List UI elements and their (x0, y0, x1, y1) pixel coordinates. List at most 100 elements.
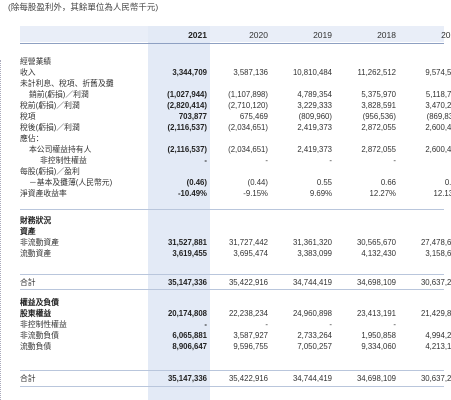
total-rule-bottom (20, 289, 444, 290)
row-label: 合計 (20, 278, 36, 287)
row-label: 資產 (20, 227, 36, 236)
cell-2017: 0.60 (444, 178, 451, 187)
cell-2021: (2,116,537) (167, 123, 207, 132)
table-row: 資產 (20, 226, 444, 237)
table-row: 股東權益 20,174,808 22,238,234 24,960,898 23,413… (20, 308, 451, 319)
grand-total-rule-bottom (20, 386, 444, 387)
table-row: 非控制性權益----- (20, 155, 444, 166)
cell-2020: 675,469 (239, 112, 268, 121)
cell-2021: (1,027,944) (167, 90, 207, 99)
cell-2021: 8,906,647 (172, 342, 207, 351)
cell-2021: -10.49% (177, 189, 207, 198)
grand-total-rule-top (20, 370, 444, 371)
cell-2018: 34,698,109 (356, 374, 396, 383)
cell-2019: 2,733,264 (297, 331, 332, 340)
cell-2018: - (393, 320, 396, 329)
cell-2020: 3,587,136 (233, 68, 268, 77)
cell-2021: 35,147,336 (167, 374, 207, 383)
cell-2018: 12.27% (369, 189, 396, 198)
cell-2017: 5,118,797 (425, 90, 451, 99)
row-label: 銷前(虧損)／利潤 (29, 90, 89, 99)
table-row: 應佔： (20, 133, 444, 144)
cell-2017: - (402, 155, 451, 166)
row-label: 股東權益 (20, 309, 52, 318)
cell-2020: 3,587,927 (233, 331, 268, 340)
table-row: 每股(虧損)／盈利 (20, 166, 444, 177)
row-label: 權益及負債 (20, 298, 59, 307)
row-label: 稅後(虧損)／利潤 (20, 123, 80, 132)
cell-2020: (1,107,898) (228, 90, 268, 99)
cell-2019: 2,419,373 (297, 145, 332, 154)
cell-2019: (809,960) (298, 112, 332, 121)
cell-2017: 27,478,651 (420, 238, 451, 247)
table-row: 收入 3,344,709 3,587,136 10,810,484 11,262,512… (20, 67, 451, 78)
table-row: －基本及攤薄(人民幣元) (0.46) (0.44) 0.55 0.66 0.60 (20, 177, 451, 188)
table-row: 合計 35,147,336 35,422,916 34,744,419 34,698,1… (20, 373, 451, 384)
cell-2018: 1,950,858 (361, 331, 396, 340)
cell-2019: 3,229,333 (297, 101, 332, 110)
table-row: 流動資產 3,619,455 3,695,474 3,383,099 4,132,430… (20, 248, 451, 259)
cell-2018: 30,565,670 (356, 238, 396, 247)
financial-summary-table: 2021 2020 2019 2018 2017 經營業績收入 3,344,709… (20, 0, 451, 400)
table-row: 非流動負債 6,065,881 3,587,927 2,733,264 1,950,85… (20, 330, 451, 341)
cell-2017: 2,600,461 (425, 145, 451, 154)
cell-2019: 34,744,419 (292, 374, 332, 383)
cell-2020: (2,034,651) (228, 123, 268, 132)
cell-2019: 3,383,099 (297, 249, 332, 258)
cell-2021: 31,527,881 (167, 238, 207, 247)
row-label: 淨資產收益率 (20, 189, 67, 198)
cell-2018: 34,698,109 (356, 278, 396, 287)
cell-2020: 35,422,916 (228, 374, 268, 383)
row-label: 非控制性權益 (40, 156, 87, 165)
cell-2017: - (402, 319, 451, 330)
row-label: 合計 (20, 374, 36, 383)
row-label: －基本及攤薄(人民幣元) (29, 178, 113, 187)
table-row: 稅前(虧損)／利潤 (2,820,414) (2,710,120) 3,229,333… (20, 100, 451, 111)
cell-2020: -9.15% (243, 189, 268, 198)
table-row: 非流動資產 31,527,881 31,727,442 31,361,320 30,56… (20, 237, 451, 248)
cell-2020: 22,238,234 (228, 309, 268, 318)
cell-2019: 24,960,898 (292, 309, 332, 318)
year-header-2017: 2017 (441, 30, 451, 40)
row-label: 稅前(虧損)／利潤 (20, 101, 80, 110)
cell-2017: 30,637,258 (420, 278, 451, 287)
table-row: 經營業績 (20, 56, 444, 67)
cell-2020: (2,034,651) (228, 145, 268, 154)
cell-2019: 10,810,484 (292, 68, 332, 77)
cell-2020: - (265, 156, 268, 165)
cell-2020: (2,710,120) (228, 101, 268, 110)
cell-2021: - (204, 320, 207, 329)
cell-2018: 2,872,055 (361, 145, 396, 154)
cell-2018: 2,872,055 (361, 123, 396, 132)
cell-2017: 3,470,294 (425, 101, 451, 110)
cell-2017: 21,429,815 (420, 309, 451, 318)
year-header-row: 2021 2020 2019 2018 2017 (20, 30, 451, 41)
table-row: 稅項 703,877 675,469 (809,960) (956,536) (869,8… (20, 111, 451, 122)
section-divider (20, 209, 444, 210)
year-header-2020: 2020 (249, 30, 268, 40)
table-row: 流動負債 8,906,647 9,596,755 7,050,257 9,334,060… (20, 341, 451, 352)
table-row: 非控制性權益----- (20, 319, 444, 330)
cell-2021: (2,116,537) (167, 145, 207, 154)
cell-2020: (0.44) (247, 178, 268, 187)
cell-2018: 11,262,512 (357, 68, 396, 77)
row-label: 財務狀況 (20, 216, 52, 225)
table-row: 權益及負債 (20, 297, 444, 308)
table-row: 稅後(虧損)／利潤 (2,116,537) (2,034,651) 2,419,373… (20, 122, 451, 133)
cell-2021: 3,344,709 (172, 68, 207, 77)
row-label: 應佔： (20, 134, 44, 143)
row-label: 非流動負債 (20, 331, 59, 340)
cell-2019: 34,744,419 (292, 278, 332, 287)
cell-2021: 20,174,808 (167, 309, 207, 318)
year-header-2021: 2021 (188, 30, 207, 40)
cell-2020: - (265, 320, 268, 329)
cell-2017: 4,994,277 (425, 331, 451, 340)
cell-2020: 3,695,474 (233, 249, 268, 258)
cell-2019: 9.69% (309, 189, 332, 198)
cell-2021: - (204, 156, 207, 165)
cell-2018: (956,536) (362, 112, 396, 121)
cell-2021: (2,820,414) (167, 101, 207, 110)
cell-2021: (0.46) (186, 178, 207, 187)
table-row: 合計 35,147,336 35,422,916 34,744,419 34,698,1… (20, 277, 451, 288)
cell-2019: 7,050,257 (297, 342, 332, 351)
